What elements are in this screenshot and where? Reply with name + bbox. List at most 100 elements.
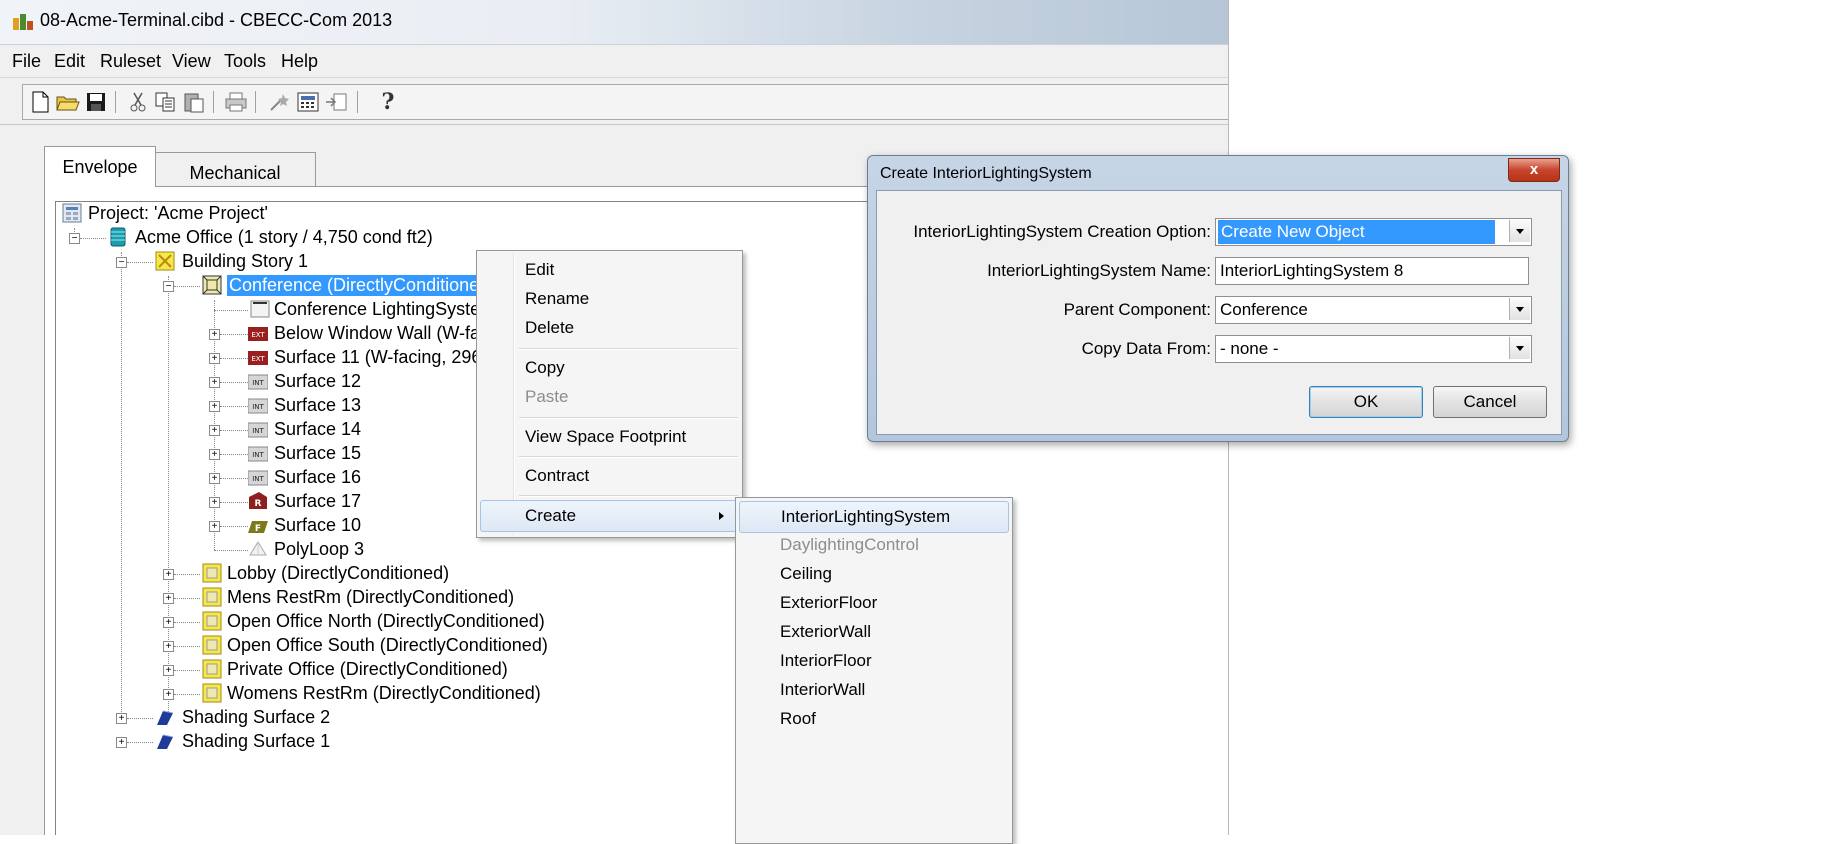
svg-text:INT: INT <box>252 451 264 459</box>
tree-connector <box>174 598 200 599</box>
menu-item-view-space-footprint[interactable]: View Space Footprint <box>477 422 742 452</box>
tree-item-surface[interactable]: + INT Surface 14 <box>56 418 536 442</box>
new-file-icon[interactable] <box>27 89 53 115</box>
tree-connector <box>220 526 248 527</box>
tree-item-surface[interactable]: + F Surface 10 <box>56 514 536 538</box>
tree-item-surface[interactable]: + INT Surface 16 <box>56 466 536 490</box>
save-icon[interactable] <box>83 89 109 115</box>
submenu-item-interior-floor[interactable]: InteriorFloor <box>736 646 1012 676</box>
tree-item-space[interactable]: + Private Office (DirectlyConditioned) <box>56 658 616 682</box>
submenu-item-interior-wall[interactable]: InteriorWall <box>736 675 1012 705</box>
expand-icon[interactable]: + <box>209 497 220 508</box>
tree-item-surface[interactable]: + INT Surface 12 <box>56 370 536 394</box>
tree-item-building[interactable]: − Acme Office (1 story / 4,750 cond ft2) <box>56 226 556 250</box>
tab-mechanical[interactable]: Mechanical <box>154 152 316 187</box>
tree-connector <box>80 238 106 239</box>
tree-item-space[interactable]: + Open Office South (DirectlyConditioned… <box>56 634 616 658</box>
cut-icon[interactable] <box>125 89 151 115</box>
expand-icon[interactable]: + <box>209 329 220 340</box>
title-bar[interactable]: 08-Acme-Terminal.cibd - CBECC-Com 2013 <box>0 0 1228 45</box>
expand-icon[interactable]: + <box>209 353 220 364</box>
ok-button[interactable]: OK <box>1309 386 1423 418</box>
menu-item-contract[interactable]: Contract <box>477 461 742 491</box>
expand-icon[interactable]: + <box>163 617 174 628</box>
collapse-icon[interactable]: − <box>163 281 174 292</box>
tree-connector <box>174 670 200 671</box>
dialog-body: InteriorLightingSystem Creation Option: … <box>876 190 1562 435</box>
open-folder-icon[interactable] <box>55 89 81 115</box>
submenu-item-roof[interactable]: Roof <box>736 704 1012 734</box>
creation-option-select[interactable]: Create New Object <box>1215 218 1532 246</box>
cancel-button[interactable]: Cancel <box>1433 386 1547 418</box>
menu-edit[interactable]: Edit <box>54 51 85 72</box>
tree-item-space[interactable]: + Womens RestRm (DirectlyConditioned) <box>56 682 616 706</box>
menu-help[interactable]: Help <box>281 51 318 72</box>
tree-item-shading-surface[interactable]: + Shading Surface 2 <box>56 706 456 730</box>
import-icon[interactable] <box>323 89 349 115</box>
menu-item-rename[interactable]: Rename <box>477 284 742 314</box>
menu-item-create[interactable]: Create <box>480 500 739 532</box>
expand-icon[interactable]: + <box>163 593 174 604</box>
submenu-item-exterior-floor[interactable]: ExteriorFloor <box>736 588 1012 618</box>
tree-item-lighting-system[interactable]: Conference LightingSystem <box>56 298 536 322</box>
space-icon <box>202 611 222 631</box>
menu-view[interactable]: View <box>172 51 211 72</box>
tree-item-surface[interactable]: + EXT Below Window Wall (W-fac <box>56 322 536 346</box>
tree-connector <box>127 742 153 743</box>
tree-item-shading-surface[interactable]: + Shading Surface 1 <box>56 730 456 754</box>
name-input[interactable] <box>1220 261 1510 281</box>
submenu-item-ceiling[interactable]: Ceiling <box>736 559 1012 589</box>
menu-item-delete[interactable]: Delete <box>477 313 742 343</box>
menu-separator <box>519 417 738 419</box>
tree-item-space[interactable]: + Mens RestRm (DirectlyConditioned) <box>56 586 576 610</box>
collapse-icon[interactable]: − <box>116 257 127 268</box>
menu-tools[interactable]: Tools <box>224 51 266 72</box>
expand-icon[interactable]: + <box>163 665 174 676</box>
tree-connector <box>220 382 248 383</box>
chevron-down-icon[interactable] <box>1509 298 1530 320</box>
copy-data-from-select[interactable]: - none - <box>1215 335 1532 363</box>
tree-item-surface[interactable]: + R Surface 17 <box>56 490 536 514</box>
parent-component-select[interactable]: Conference <box>1215 296 1532 324</box>
help-icon[interactable]: ? <box>375 89 401 115</box>
tree-item-surface[interactable]: + INT Surface 15 <box>56 442 536 466</box>
print-icon[interactable] <box>223 89 249 115</box>
tree-item-surface[interactable]: + EXT Surface 11 (W-facing, 296 f <box>56 346 536 370</box>
expand-icon[interactable]: + <box>116 713 127 724</box>
chevron-down-icon[interactable] <box>1509 337 1530 359</box>
menu-file[interactable]: File <box>12 51 41 72</box>
expand-icon[interactable]: + <box>209 521 220 532</box>
expand-icon[interactable]: + <box>163 689 174 700</box>
expand-icon[interactable]: + <box>209 401 220 412</box>
name-label: InteriorLightingSystem Name: <box>987 261 1211 280</box>
paste-icon[interactable] <box>181 89 207 115</box>
menu-separator <box>519 456 738 458</box>
calculator-icon[interactable] <box>295 89 321 115</box>
submenu-item-interior-lighting-system[interactable]: InteriorLightingSystem <box>739 501 1009 533</box>
interior-wall-icon: INT <box>248 470 268 486</box>
expand-icon[interactable]: + <box>116 737 127 748</box>
expand-icon[interactable]: + <box>209 473 220 484</box>
expand-icon[interactable]: + <box>163 569 174 580</box>
interior-wall-icon: INT <box>248 374 268 390</box>
tree-item-space[interactable]: + Lobby (DirectlyConditioned) <box>56 562 576 586</box>
copy-icon[interactable] <box>153 89 179 115</box>
expand-icon[interactable]: + <box>163 641 174 652</box>
tree-item-polyloop[interactable]: PolyLoop 3 <box>56 538 536 562</box>
menu-item-copy[interactable]: Copy <box>477 353 742 383</box>
wizard-icon[interactable] <box>267 89 293 115</box>
chevron-down-icon[interactable] <box>1509 220 1530 242</box>
tab-envelope[interactable]: Envelope <box>44 146 156 187</box>
tree-connector <box>214 310 248 311</box>
menu-item-edit[interactable]: Edit <box>477 255 742 285</box>
menu-bar: File Edit Ruleset View Tools Help <box>0 45 1228 78</box>
expand-icon[interactable]: + <box>209 377 220 388</box>
menu-ruleset[interactable]: Ruleset <box>100 51 161 72</box>
tree-item-surface[interactable]: + INT Surface 13 <box>56 394 536 418</box>
collapse-icon[interactable]: − <box>69 233 80 244</box>
expand-icon[interactable]: + <box>209 425 220 436</box>
close-icon[interactable]: x <box>1508 158 1560 182</box>
expand-icon[interactable]: + <box>209 449 220 460</box>
tree-item-space[interactable]: + Open Office North (DirectlyConditioned… <box>56 610 616 634</box>
submenu-item-exterior-wall[interactable]: ExteriorWall <box>736 617 1012 647</box>
